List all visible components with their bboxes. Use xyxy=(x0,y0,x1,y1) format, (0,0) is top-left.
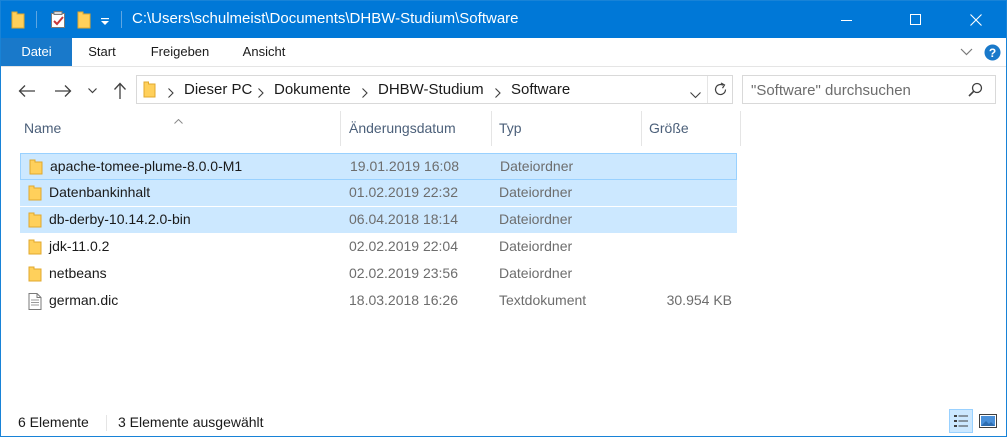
folder-icon xyxy=(28,185,42,201)
file-date: 02.02.2019 22:04 xyxy=(349,238,458,254)
details-view-icon[interactable] xyxy=(949,409,973,433)
title-separator xyxy=(121,11,122,28)
file-name: apache-tomee-plume-8.0.0-M1 xyxy=(50,158,243,174)
breadcrumb-dieser-pc[interactable]: Dieser PC xyxy=(184,81,252,98)
svg-text:?: ? xyxy=(988,46,995,60)
column-header-name[interactable]: Name xyxy=(20,111,340,146)
file-type: Dateiordner xyxy=(499,238,573,254)
file-date: 19.01.2019 16:08 xyxy=(350,158,459,174)
folder-icon xyxy=(143,81,156,101)
tab-ansicht[interactable]: Ansicht xyxy=(233,38,295,66)
folder-icon xyxy=(28,266,42,282)
breadcrumb-separator-icon[interactable] xyxy=(362,85,368,101)
list-item[interactable]: db-derby-10.14.2.0-bin 06.04.2018 18:14 … xyxy=(20,207,737,233)
status-separator xyxy=(106,415,107,431)
file-type: Textdokument xyxy=(499,292,587,308)
forward-arrow-icon[interactable] xyxy=(51,80,75,102)
expand-ribbon-chevron-icon[interactable] xyxy=(958,43,974,61)
file-type: Dateiordner xyxy=(499,265,573,281)
file-type: Dateiordner xyxy=(500,158,574,174)
file-type: Dateiordner xyxy=(499,211,573,227)
explorer-window: C:\Users\schulmeist\Documents\DHBW-Studi… xyxy=(0,0,1007,437)
file-date: 06.04.2018 18:14 xyxy=(349,211,458,227)
address-history-chevron-icon[interactable] xyxy=(690,86,701,102)
file-date: 01.02.2019 22:32 xyxy=(349,184,458,200)
breadcrumb-separator-icon[interactable] xyxy=(168,85,174,101)
status-selection-count: 3 Elemente ausgewählt xyxy=(118,414,264,430)
list-item[interactable]: jdk-11.0.2 02.02.2019 22:04 Dateiordner xyxy=(20,234,737,260)
properties-icon[interactable] xyxy=(50,10,67,30)
list-item[interactable]: apache-tomee-plume-8.0.0-M1 19.01.2019 1… xyxy=(20,153,737,180)
column-divider[interactable] xyxy=(740,111,741,146)
breadcrumb-dokumente[interactable]: Dokumente xyxy=(274,81,351,98)
status-item-count: 6 Elemente xyxy=(18,414,89,430)
folder-icon[interactable] xyxy=(11,10,25,30)
column-header-date[interactable]: Änderungsdatum xyxy=(341,111,491,146)
file-date: 18.03.2018 16:26 xyxy=(349,292,458,308)
window-title: C:\Users\schulmeist\Documents\DHBW-Studi… xyxy=(132,10,519,27)
new-folder-icon[interactable] xyxy=(77,10,91,30)
text-file-icon xyxy=(28,293,42,310)
column-header-size[interactable]: Größe xyxy=(642,111,740,146)
search-icon[interactable] xyxy=(968,82,983,100)
file-name: Datenbankinhalt xyxy=(49,184,151,200)
back-arrow-icon[interactable] xyxy=(15,80,39,102)
large-icons-view-icon[interactable] xyxy=(976,409,1000,433)
title-bar[interactable]: C:\Users\schulmeist\Documents\DHBW-Studi… xyxy=(1,1,1006,38)
recent-locations-chevron-icon[interactable] xyxy=(84,80,100,102)
file-name: german.dic xyxy=(49,292,119,308)
folder-icon xyxy=(28,212,42,228)
folder-icon xyxy=(28,239,42,255)
ribbon: Datei Start Freigeben Ansicht ? xyxy=(1,38,1006,67)
tab-freigeben[interactable]: Freigeben xyxy=(141,38,219,66)
file-date: 02.02.2019 23:56 xyxy=(349,265,458,281)
minimize-button[interactable] xyxy=(824,1,870,38)
maximize-button[interactable] xyxy=(893,1,939,38)
search-box[interactable] xyxy=(742,75,996,104)
close-button[interactable] xyxy=(953,1,999,38)
tab-start[interactable]: Start xyxy=(78,38,126,66)
folder-icon xyxy=(29,159,43,175)
list-item[interactable]: netbeans 02.02.2019 23:56 Dateiordner xyxy=(20,261,737,287)
customize-quick-access-icon[interactable] xyxy=(100,10,110,30)
list-item[interactable]: german.dic 18.03.2018 16:26 Textdokument… xyxy=(20,288,737,314)
breadcrumb-dhbw-studium[interactable]: DHBW-Studium xyxy=(378,81,484,98)
file-type: Dateiordner xyxy=(499,184,573,200)
help-icon[interactable]: ? xyxy=(983,43,1001,61)
file-size: 30.954 KB xyxy=(666,292,732,308)
title-separator xyxy=(36,11,37,28)
list-item[interactable]: Datenbankinhalt 01.02.2019 22:32 Dateior… xyxy=(20,180,737,206)
breadcrumb-separator-icon[interactable] xyxy=(495,85,501,101)
search-input[interactable] xyxy=(751,80,961,100)
up-arrow-icon[interactable] xyxy=(108,80,132,102)
address-bar[interactable]: Dieser PC Dokumente DHBW-Studium Softwar… xyxy=(136,75,733,104)
file-name: db-derby-10.14.2.0-bin xyxy=(49,211,191,227)
refresh-icon[interactable] xyxy=(713,82,728,100)
tab-datei[interactable]: Datei xyxy=(1,38,72,66)
breadcrumb-software[interactable]: Software xyxy=(511,81,570,98)
breadcrumb-separator-icon[interactable] xyxy=(258,85,264,101)
file-name: jdk-11.0.2 xyxy=(49,238,110,254)
address-divider xyxy=(707,76,708,103)
file-name: netbeans xyxy=(49,265,107,281)
column-header-type[interactable]: Typ xyxy=(492,111,641,146)
